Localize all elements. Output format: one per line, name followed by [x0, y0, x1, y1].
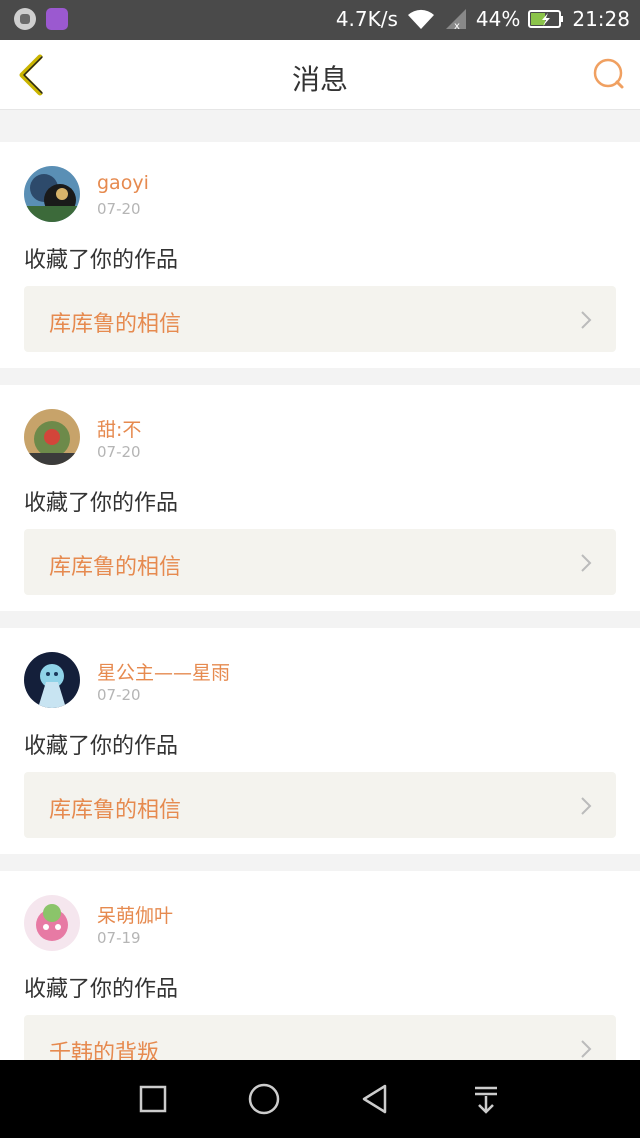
back-icon[interactable] [358, 1082, 392, 1116]
chevron-right-icon [581, 554, 592, 572]
message-date: 07-20 [97, 443, 141, 461]
username[interactable]: 呆萌伽叶 [97, 901, 173, 928]
avatar[interactable] [24, 409, 80, 465]
message-date: 07-19 [97, 929, 141, 947]
signal-icon: x [445, 9, 466, 31]
message-date: 07-20 [97, 686, 141, 704]
chevron-right-icon [581, 797, 592, 815]
home-icon[interactable] [247, 1082, 281, 1116]
search-icon[interactable] [590, 56, 626, 92]
status-bar: 4.7K/s x 44% 21:28 [0, 0, 640, 40]
action-text: 收藏了你的作品 [24, 491, 179, 516]
username[interactable]: 星公主——星雨 [97, 658, 230, 685]
chevron-right-icon [581, 1040, 592, 1058]
username[interactable]: gaoyi [97, 172, 149, 194]
battery-icon [528, 10, 564, 28]
avatar[interactable] [24, 166, 80, 222]
action-text: 收藏了你的作品 [24, 977, 179, 1002]
svg-text:x: x [454, 21, 460, 31]
work-link[interactable]: 千韩的背叛 [24, 1015, 616, 1060]
avatar[interactable] [24, 652, 80, 708]
chevron-right-icon [581, 311, 592, 329]
notification-icons [14, 8, 68, 30]
message-card: gaoyi 07-20 收藏了你的作品 库库鲁的相信 [0, 142, 640, 368]
work-title: 库库鲁的相信 [49, 798, 182, 823]
action-text: 收藏了你的作品 [24, 734, 179, 759]
work-link[interactable]: 库库鲁的相信 [24, 286, 616, 352]
wifi-icon [407, 9, 434, 29]
page-title: 消息 [291, 63, 348, 96]
network-speed: 4.7K/s [335, 7, 398, 31]
work-title: 千韩的背叛 [49, 1041, 160, 1060]
status-indicators: 4.7K/s x 44% 21:28 [336, 7, 630, 31]
message-list[interactable]: gaoyi 07-20 收藏了你的作品 库库鲁的相信 甜:不 07-20 收藏了… [0, 110, 640, 1060]
username[interactable]: 甜:不 [97, 415, 141, 442]
message-card: 甜:不 07-20 收藏了你的作品 库库鲁的相信 [0, 385, 640, 611]
message-card: 星公主——星雨 07-20 收藏了你的作品 库库鲁的相信 [0, 628, 640, 854]
notification-pulldown-icon[interactable] [469, 1082, 503, 1116]
gallery-notification-icon [46, 8, 68, 30]
work-link[interactable]: 库库鲁的相信 [24, 529, 616, 595]
work-link[interactable]: 库库鲁的相信 [24, 772, 616, 838]
recent-apps-icon[interactable] [136, 1082, 170, 1116]
work-title: 库库鲁的相信 [49, 555, 182, 580]
work-title: 库库鲁的相信 [49, 312, 182, 337]
battery-percent: 44% [475, 7, 521, 31]
avatar[interactable] [24, 895, 80, 951]
app-header: 消息 [0, 40, 640, 110]
app-notification-icon [14, 8, 36, 30]
clock: 21:28 [572, 7, 630, 31]
message-date: 07-20 [97, 200, 141, 218]
message-card: 呆萌伽叶 07-19 收藏了你的作品 千韩的背叛 [0, 871, 640, 1060]
action-text: 收藏了你的作品 [24, 248, 179, 273]
system-nav-bar [0, 1060, 640, 1138]
